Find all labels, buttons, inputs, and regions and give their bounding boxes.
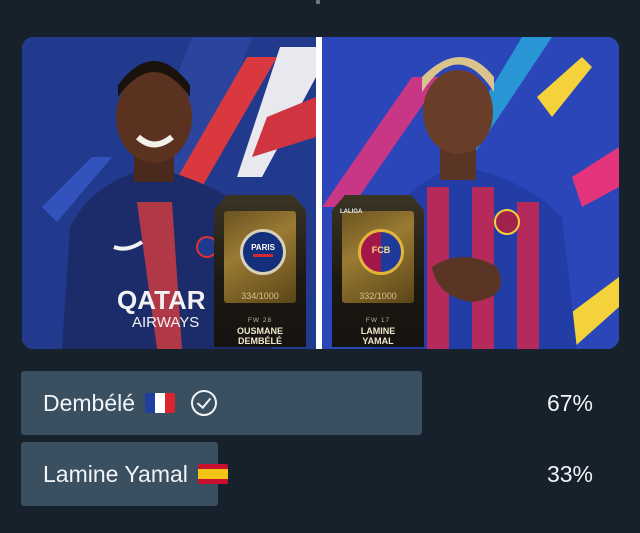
france-flag-icon xyxy=(145,393,176,413)
card-meta: FW 28 xyxy=(247,317,273,324)
card-serial: 332/1000 xyxy=(359,291,397,301)
psg-crest-icon: PARIS xyxy=(240,229,286,275)
check-circle-icon xyxy=(191,390,218,416)
poll-option-name: Lamine Yamal xyxy=(43,461,188,487)
league-tag: LALIGA xyxy=(340,209,363,215)
poll-option-label: Lamine Yamal xyxy=(43,442,228,506)
card-player-name: OUSMANE DEMBÉLÉ xyxy=(236,326,283,346)
top-indicator xyxy=(316,0,320,4)
poll-option-label: Dembélé xyxy=(43,371,218,435)
poll-option-name: Dembélé xyxy=(43,390,136,416)
top-strip xyxy=(0,0,640,6)
spain-flag-icon xyxy=(197,464,228,484)
card-serial: 334/1000 xyxy=(241,291,279,301)
photo-yamal: LALIGA FCB 332/1000 FW 17 LAMINE YAMAL xyxy=(322,37,619,349)
poll-option-percent: 33% xyxy=(546,461,593,487)
card-player-name: LAMINE YAMAL xyxy=(360,326,396,346)
poll-option-dembele[interactable]: Dembélé 67% xyxy=(21,371,619,435)
poll-option-yamal[interactable]: Lamine Yamal 33% xyxy=(21,442,619,506)
card-meta: FW 17 xyxy=(365,317,391,324)
poll-image[interactable]: QATAR AIRWAYS PARIS 334/1000 FW 28 OUSMA… xyxy=(22,37,619,349)
poll-option-percent: 67% xyxy=(546,390,593,416)
player-card-yamal: LALIGA FCB 332/1000 FW 17 LAMINE YAMAL xyxy=(332,195,424,347)
sponsor-text: QATAR xyxy=(117,285,206,315)
barca-crest-icon: FCB xyxy=(358,229,404,275)
player-card-dembele: PARIS 334/1000 FW 28 OUSMANE DEMBÉLÉ xyxy=(214,195,306,347)
photo-dembele: QATAR AIRWAYS PARIS 334/1000 FW 28 OUSMA… xyxy=(22,37,316,349)
sponsor-subtext: AIRWAYS xyxy=(132,314,199,331)
